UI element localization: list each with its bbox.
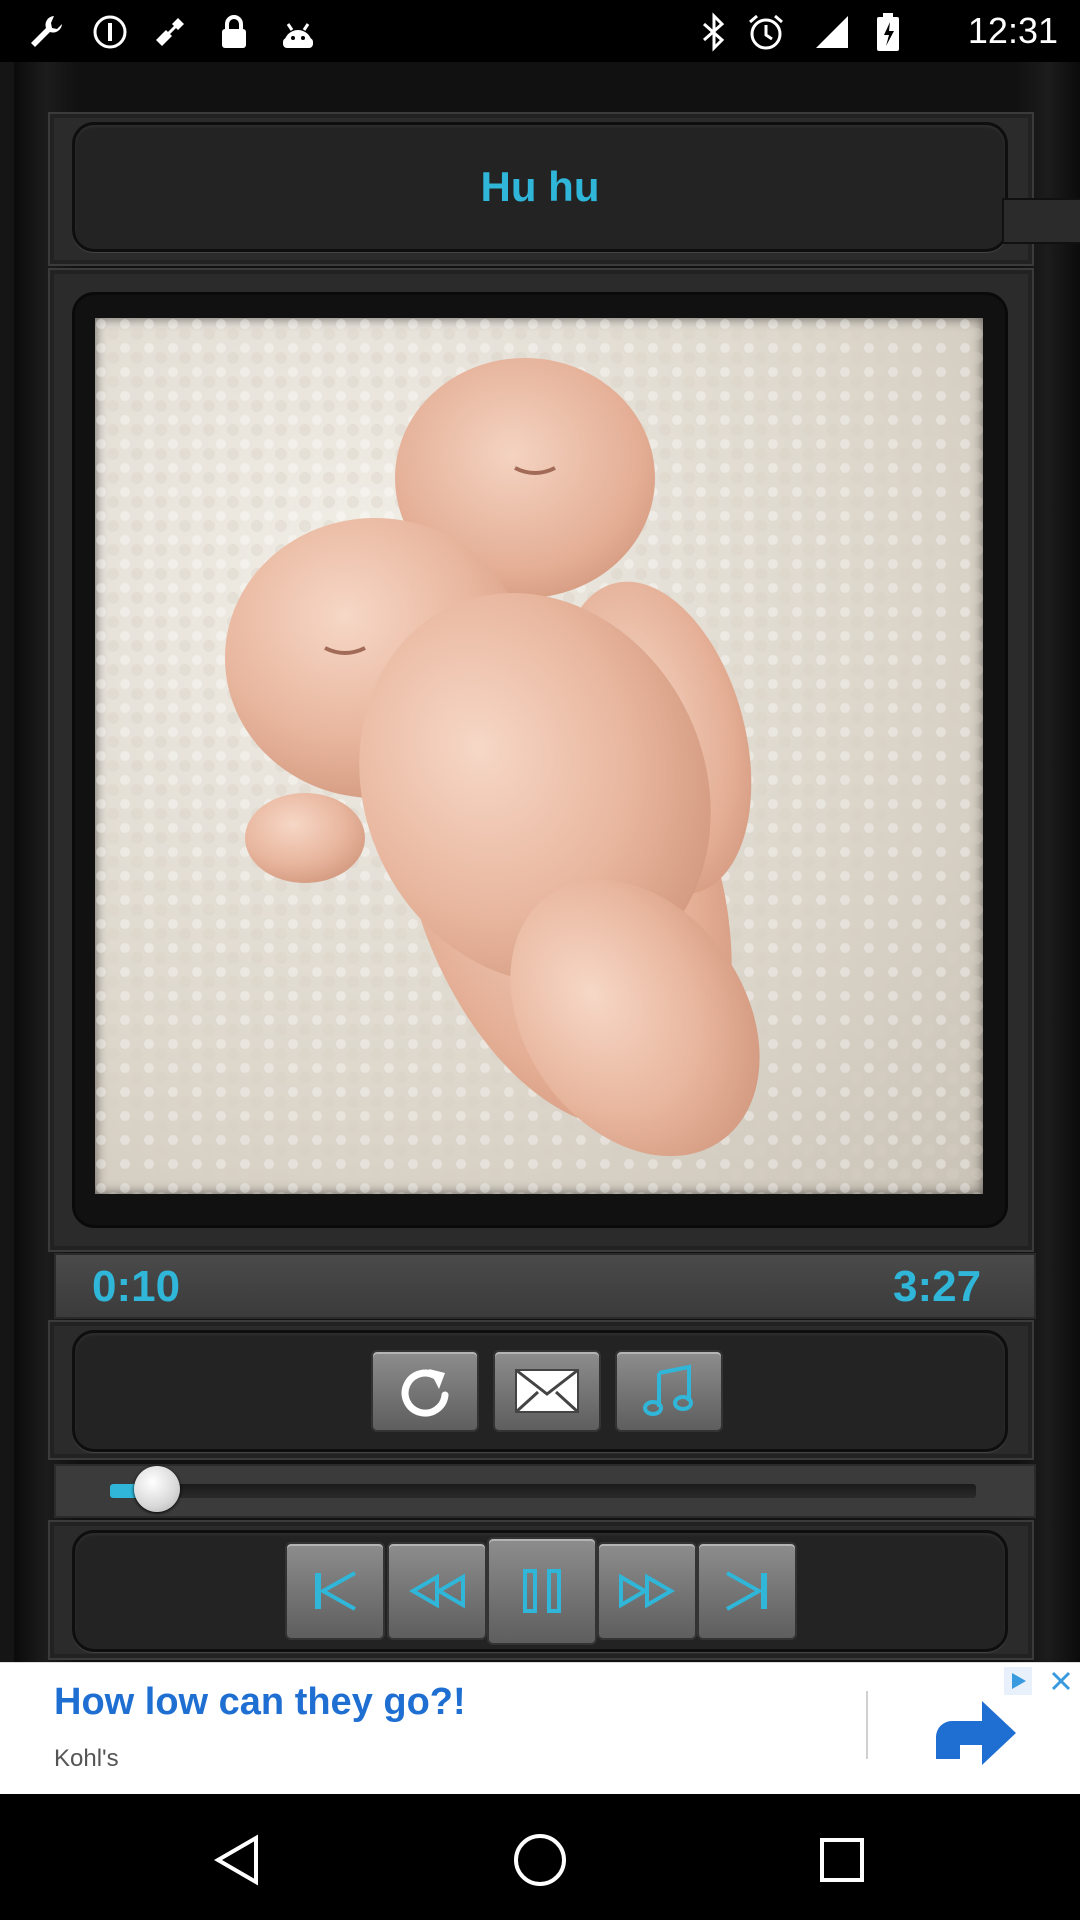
wrench-icon [26, 12, 66, 52]
ad-advertiser: Kohl's [54, 1745, 119, 1772]
status-time: 12:31 [967, 10, 1058, 51]
pause-button[interactable] [487, 1537, 597, 1645]
alarm-icon [746, 12, 786, 52]
skip-next-button[interactable] [697, 1542, 797, 1640]
lock-icon [214, 12, 254, 52]
skip-previous-button[interactable] [285, 1542, 385, 1640]
forward-arrow-icon[interactable] [926, 1689, 1022, 1784]
mail-icon [514, 1368, 580, 1414]
back-icon[interactable] [212, 1834, 264, 1891]
song-title: Hu hu [480, 163, 600, 210]
seek-track[interactable] [110, 1484, 976, 1498]
fast-forward-button[interactable] [597, 1542, 697, 1640]
pause-icon [523, 1569, 561, 1613]
title-tab [1002, 198, 1080, 244]
title-box: Hu hu [72, 122, 1008, 252]
android-icon [278, 12, 318, 52]
navigation-bar [0, 1794, 1080, 1920]
home-icon[interactable] [512, 1832, 568, 1893]
status-bar: 12:31 [0, 0, 1080, 62]
recents-icon[interactable] [818, 1836, 866, 1889]
fake-gps-icon [150, 12, 190, 52]
close-icon[interactable] [1046, 1667, 1076, 1695]
ad-choices-icon[interactable] [1004, 1667, 1032, 1695]
elapsed-time: 0:10 [92, 1262, 181, 1311]
circle-alert-icon [90, 12, 130, 52]
music-note-icon [643, 1364, 693, 1416]
battery-icon [868, 12, 908, 52]
bluetooth-icon [694, 12, 734, 52]
ad-divider [866, 1691, 868, 1759]
share-email-button[interactable] [493, 1350, 601, 1432]
rewind-button[interactable] [387, 1542, 487, 1640]
total-duration: 3:27 [893, 1262, 982, 1311]
seek-panel [54, 1464, 1036, 1518]
repeat-icon [401, 1369, 449, 1417]
album-artwork [95, 318, 983, 1194]
music-library-button[interactable] [615, 1350, 723, 1432]
rewind-icon [409, 1573, 465, 1609]
skip-next-icon [726, 1571, 767, 1611]
seek-thumb[interactable] [134, 1466, 181, 1512]
signal-icon [812, 12, 852, 52]
fast-forward-icon [619, 1573, 675, 1609]
skip-previous-icon [315, 1571, 356, 1611]
ad-banner[interactable]: How low can they go?! Kohl's [0, 1662, 1080, 1795]
ad-headline[interactable]: How low can they go?! [54, 1681, 466, 1724]
repeat-button[interactable] [371, 1350, 479, 1432]
time-bar [54, 1253, 1036, 1319]
